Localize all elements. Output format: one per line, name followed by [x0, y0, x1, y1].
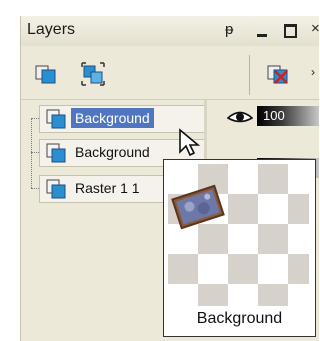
maximize-icon[interactable] — [284, 24, 297, 38]
tree-line — [31, 118, 32, 188]
close-icon[interactable]: × — [311, 20, 319, 37]
mouse-cursor-icon — [179, 128, 201, 157]
thumbnail-image — [171, 184, 225, 230]
tree-line — [31, 152, 39, 153]
palette-title: Layers — [27, 21, 76, 38]
layer-thumbnail-tooltip: Background — [163, 159, 316, 337]
more-icon[interactable]: › — [311, 65, 315, 79]
layers-toolbar: › — [21, 47, 319, 100]
raster-layer-icon — [46, 179, 66, 199]
layer-name[interactable]: Background — [71, 142, 154, 162]
pin-icon[interactable]: ᵽ — [225, 21, 233, 38]
delete-layer-icon[interactable] — [267, 63, 289, 85]
palette-titlebar[interactable]: Layers ᵽ × — [21, 16, 319, 46]
new-layer-icon[interactable] — [35, 63, 57, 85]
raster-layer-icon — [46, 143, 66, 163]
toolbar-separator — [249, 55, 250, 95]
minimize-icon[interactable] — [257, 34, 267, 37]
tree-line — [31, 118, 39, 119]
raster-layer-icon — [46, 109, 66, 129]
layer-name[interactable]: Background — [71, 108, 154, 128]
visibility-eye-icon[interactable] — [226, 109, 254, 125]
layer-name[interactable]: Raster 1 1 — [71, 178, 144, 198]
opacity-slider[interactable]: 100 — [257, 106, 319, 126]
tree-line — [31, 188, 39, 189]
group-layers-icon[interactable] — [81, 62, 105, 86]
tooltip-caption: Background — [196, 310, 283, 327]
